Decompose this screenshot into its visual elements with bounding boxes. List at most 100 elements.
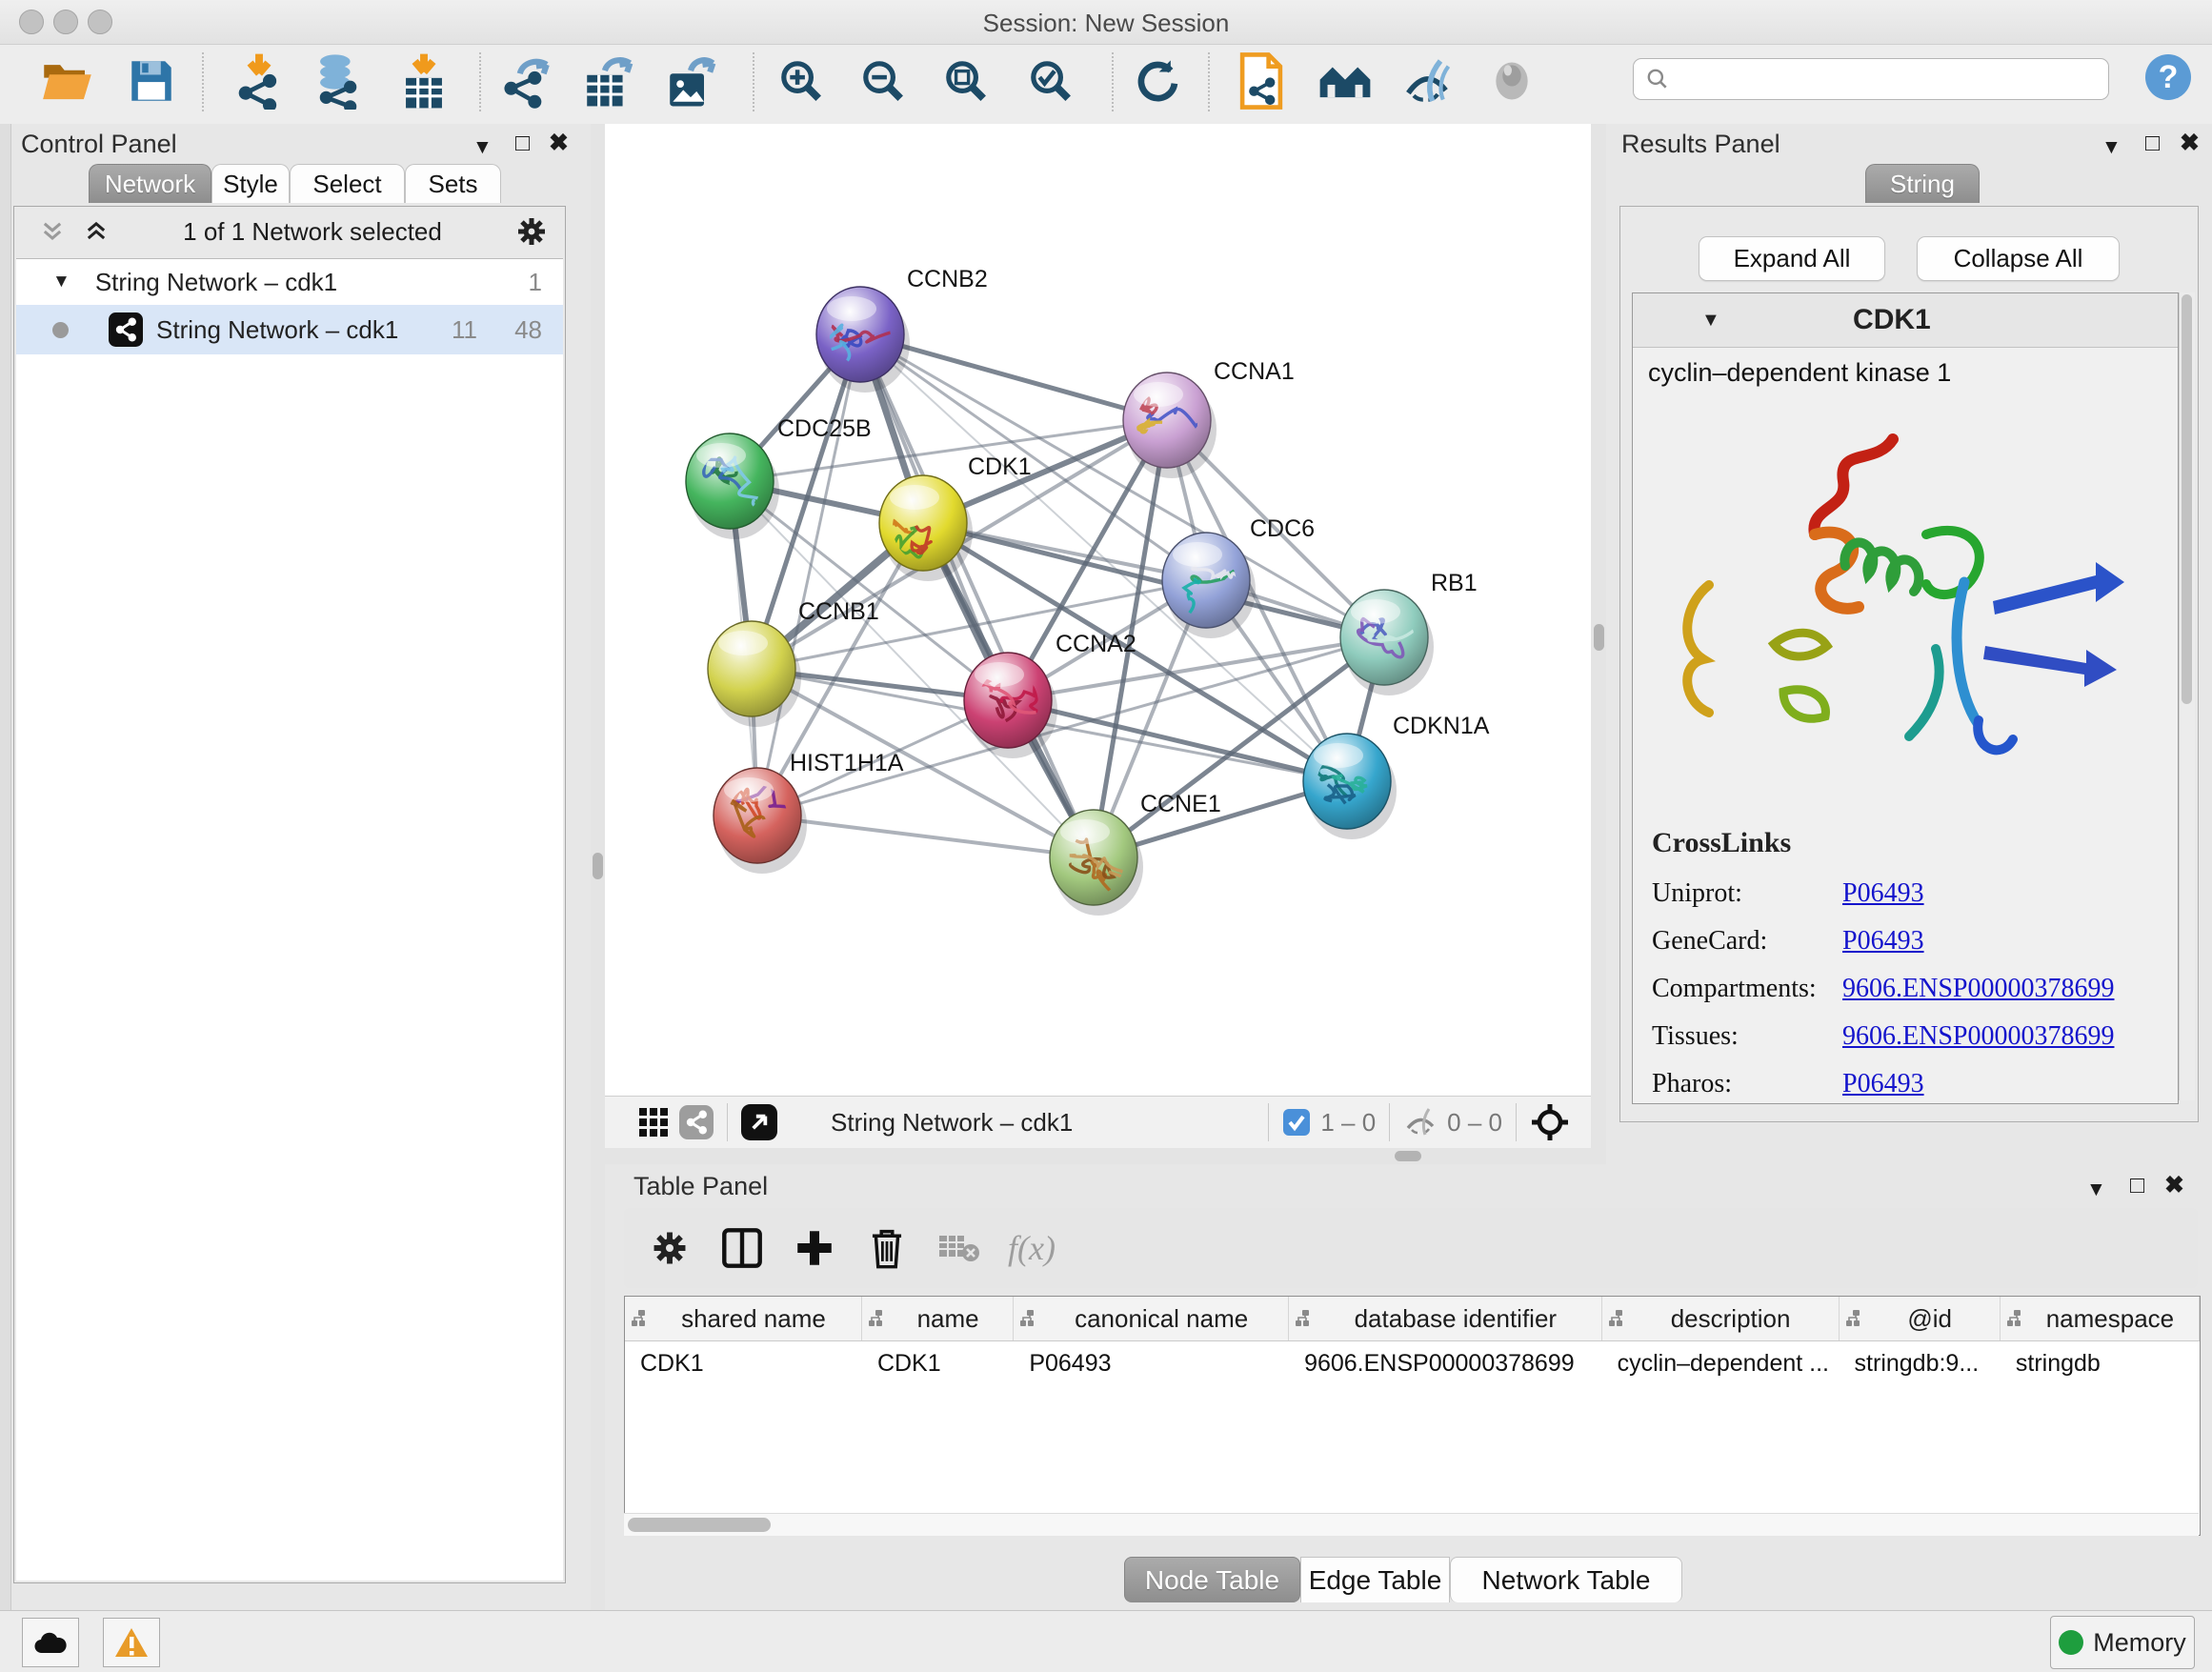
panel-menu-chevron-icon[interactable]: ▼ [2086, 1178, 2106, 1201]
column-header-namespace[interactable]: namespace [2001, 1297, 2200, 1340]
network-collection-row[interactable]: ▼ String Network – cdk1 1 [16, 259, 563, 305]
tab-node-table[interactable]: Node Table [1124, 1557, 1300, 1602]
tab-network-table[interactable]: Network Table [1450, 1557, 1682, 1602]
table-cell[interactable]: CDK1 [625, 1341, 862, 1385]
zoom-fit-button[interactable] [938, 47, 994, 115]
import-table-from-file-button[interactable] [396, 47, 452, 115]
table-row[interactable]: CDK1CDK1P064939606.ENSP00000378699cyclin… [625, 1341, 2200, 1385]
hidden-eye-icon[interactable] [1403, 1107, 1438, 1138]
add-column-icon[interactable] [778, 1229, 851, 1267]
collection-expand-arrow-icon[interactable]: ▼ [52, 272, 70, 292]
import-network-from-database-button[interactable] [311, 47, 366, 115]
grid-view-icon[interactable] [639, 1108, 668, 1137]
crosslink-link[interactable]: 9606.ENSP00000378699 [1842, 1021, 2114, 1052]
bottom-splitter-handle[interactable] [1395, 1151, 1421, 1161]
edge-CCNB2-HIST1H1A[interactable] [757, 334, 860, 816]
birdseye-view-icon[interactable] [741, 1104, 777, 1140]
tab-network[interactable]: Network [89, 164, 211, 203]
edge-HIST1H1A-CCNE1[interactable] [757, 816, 1094, 857]
network-canvas[interactable]: CCNB2CCNA1CDC25BCDK1CDC6RB1CCNB1CCNA2CDK… [605, 124, 1591, 1096]
column-header-canonical-name[interactable]: canonical name [1014, 1297, 1289, 1340]
collapse-all-chevron-icon[interactable] [39, 218, 66, 245]
edge-CDK1-RB1[interactable] [923, 523, 1384, 637]
zoom-out-button[interactable] [855, 47, 911, 115]
right-splitter-handle[interactable] [1594, 624, 1604, 651]
tab-style[interactable]: Style [211, 164, 290, 203]
zoom-in-button[interactable] [774, 47, 829, 115]
node-label-CDC6: CDC6 [1250, 515, 1315, 542]
network-row-selected[interactable]: String Network – cdk1 11 48 [16, 305, 563, 354]
crosslink-link[interactable]: P06493 [1842, 926, 1924, 957]
tab-sets[interactable]: Sets [405, 164, 501, 203]
panel-close-icon[interactable]: ✖ [2180, 131, 2200, 155]
table-hscrollbar[interactable] [624, 1513, 2199, 1536]
hide-selected-button[interactable] [1399, 47, 1455, 115]
table-cell[interactable]: 9606.ENSP00000378699 [1289, 1341, 1602, 1385]
crosslink-link[interactable]: P06493 [1842, 1069, 1924, 1099]
selected-checkbox-icon[interactable] [1282, 1108, 1311, 1137]
table-toolbar: f(x) [624, 1208, 2198, 1288]
function-builder-icon[interactable]: f(x) [995, 1228, 1068, 1268]
show-columns-icon[interactable] [706, 1227, 778, 1269]
search-input[interactable] [1633, 58, 2109, 100]
expand-all-button[interactable]: Expand All [1699, 236, 1885, 281]
results-scrollbar[interactable] [2179, 292, 2195, 1100]
panel-menu-chevron-icon[interactable]: ▼ [473, 135, 493, 159]
collapse-all-button[interactable]: Collapse All [1917, 236, 2120, 281]
new-network-from-selection-button[interactable] [1234, 47, 1289, 115]
open-session-button[interactable] [40, 47, 95, 115]
left-splitter-handle[interactable] [593, 853, 603, 879]
fit-selection-crosshair-icon[interactable] [1530, 1102, 1570, 1142]
edge-CCNA2-CDKN1A[interactable] [1008, 700, 1347, 781]
table-cell[interactable]: stringdb:9... [1840, 1341, 2001, 1385]
export-network-button[interactable] [498, 47, 553, 115]
table-cell[interactable]: stringdb [2001, 1341, 2200, 1385]
delete-column-icon[interactable] [851, 1227, 923, 1269]
warnings-button[interactable] [103, 1618, 160, 1667]
help-button[interactable]: ? [2145, 54, 2191, 100]
table-cell[interactable]: CDK1 [862, 1341, 1014, 1385]
section-collapse-arrow-icon[interactable]: ▼ [1701, 310, 1720, 332]
tab-select[interactable]: Select [290, 164, 405, 203]
zoom-selected-button[interactable] [1023, 47, 1078, 115]
column-type-icon [1295, 1309, 1316, 1328]
show-all-button[interactable] [1484, 47, 1539, 115]
expand-all-chevron-icon[interactable] [83, 218, 110, 245]
gene-section-header[interactable]: ▼ CDK1 [1633, 293, 2178, 348]
table-cell[interactable]: cyclin–dependent ... [1602, 1341, 1840, 1385]
column-header-name[interactable]: name [862, 1297, 1014, 1340]
memory-button[interactable]: Memory [2050, 1616, 2195, 1669]
column-header-database-identifier[interactable]: database identifier [1289, 1297, 1602, 1340]
cytoscape-window: { "window": { "title": "Session: New Ses… [0, 0, 2212, 1671]
table-settings-gear-icon[interactable] [633, 1229, 706, 1267]
table-cell[interactable]: P06493 [1014, 1341, 1289, 1385]
column-header-description[interactable]: description [1602, 1297, 1840, 1340]
column-header-shared-name[interactable]: shared name [625, 1297, 862, 1340]
table-hscrollbar-thumb[interactable] [628, 1518, 771, 1532]
column-header--id[interactable]: @id [1840, 1297, 2001, 1340]
panel-close-icon[interactable]: ✖ [2164, 1174, 2184, 1198]
panel-float-icon[interactable]: □ [515, 131, 530, 155]
save-session-button[interactable] [124, 47, 179, 115]
statusbar-separator [1268, 1103, 1269, 1141]
home-button[interactable] [1317, 47, 1373, 115]
panel-float-icon[interactable]: □ [2130, 1174, 2144, 1198]
import-network-from-file-button[interactable] [231, 47, 287, 115]
network-graph[interactable]: CCNB2CCNA1CDC25BCDK1CDC6RB1CCNB1CCNA2CDK… [605, 124, 1591, 1096]
export-image-button[interactable] [663, 47, 718, 115]
network-view-icon[interactable] [679, 1105, 714, 1139]
results-scrollbar-thumb[interactable] [2182, 294, 2192, 704]
tab-edge-table[interactable]: Edge Table [1300, 1557, 1450, 1602]
refresh-button[interactable] [1129, 47, 1184, 115]
edge-CCNB2-CCNE1[interactable] [860, 334, 1094, 857]
export-table-button[interactable] [580, 47, 635, 115]
crosslink-link[interactable]: P06493 [1842, 878, 1924, 909]
crosslink-link[interactable]: 9606.ENSP00000378699 [1842, 974, 2114, 1004]
panel-float-icon[interactable]: □ [2145, 131, 2160, 155]
tab-string[interactable]: String [1865, 164, 1980, 203]
network-options-gear-icon[interactable] [515, 215, 548, 248]
delete-table-icon[interactable] [923, 1232, 995, 1264]
panel-menu-chevron-icon[interactable]: ▼ [2101, 135, 2122, 159]
panel-close-icon[interactable]: ✖ [549, 131, 569, 155]
cloud-tasks-button[interactable] [22, 1618, 79, 1667]
